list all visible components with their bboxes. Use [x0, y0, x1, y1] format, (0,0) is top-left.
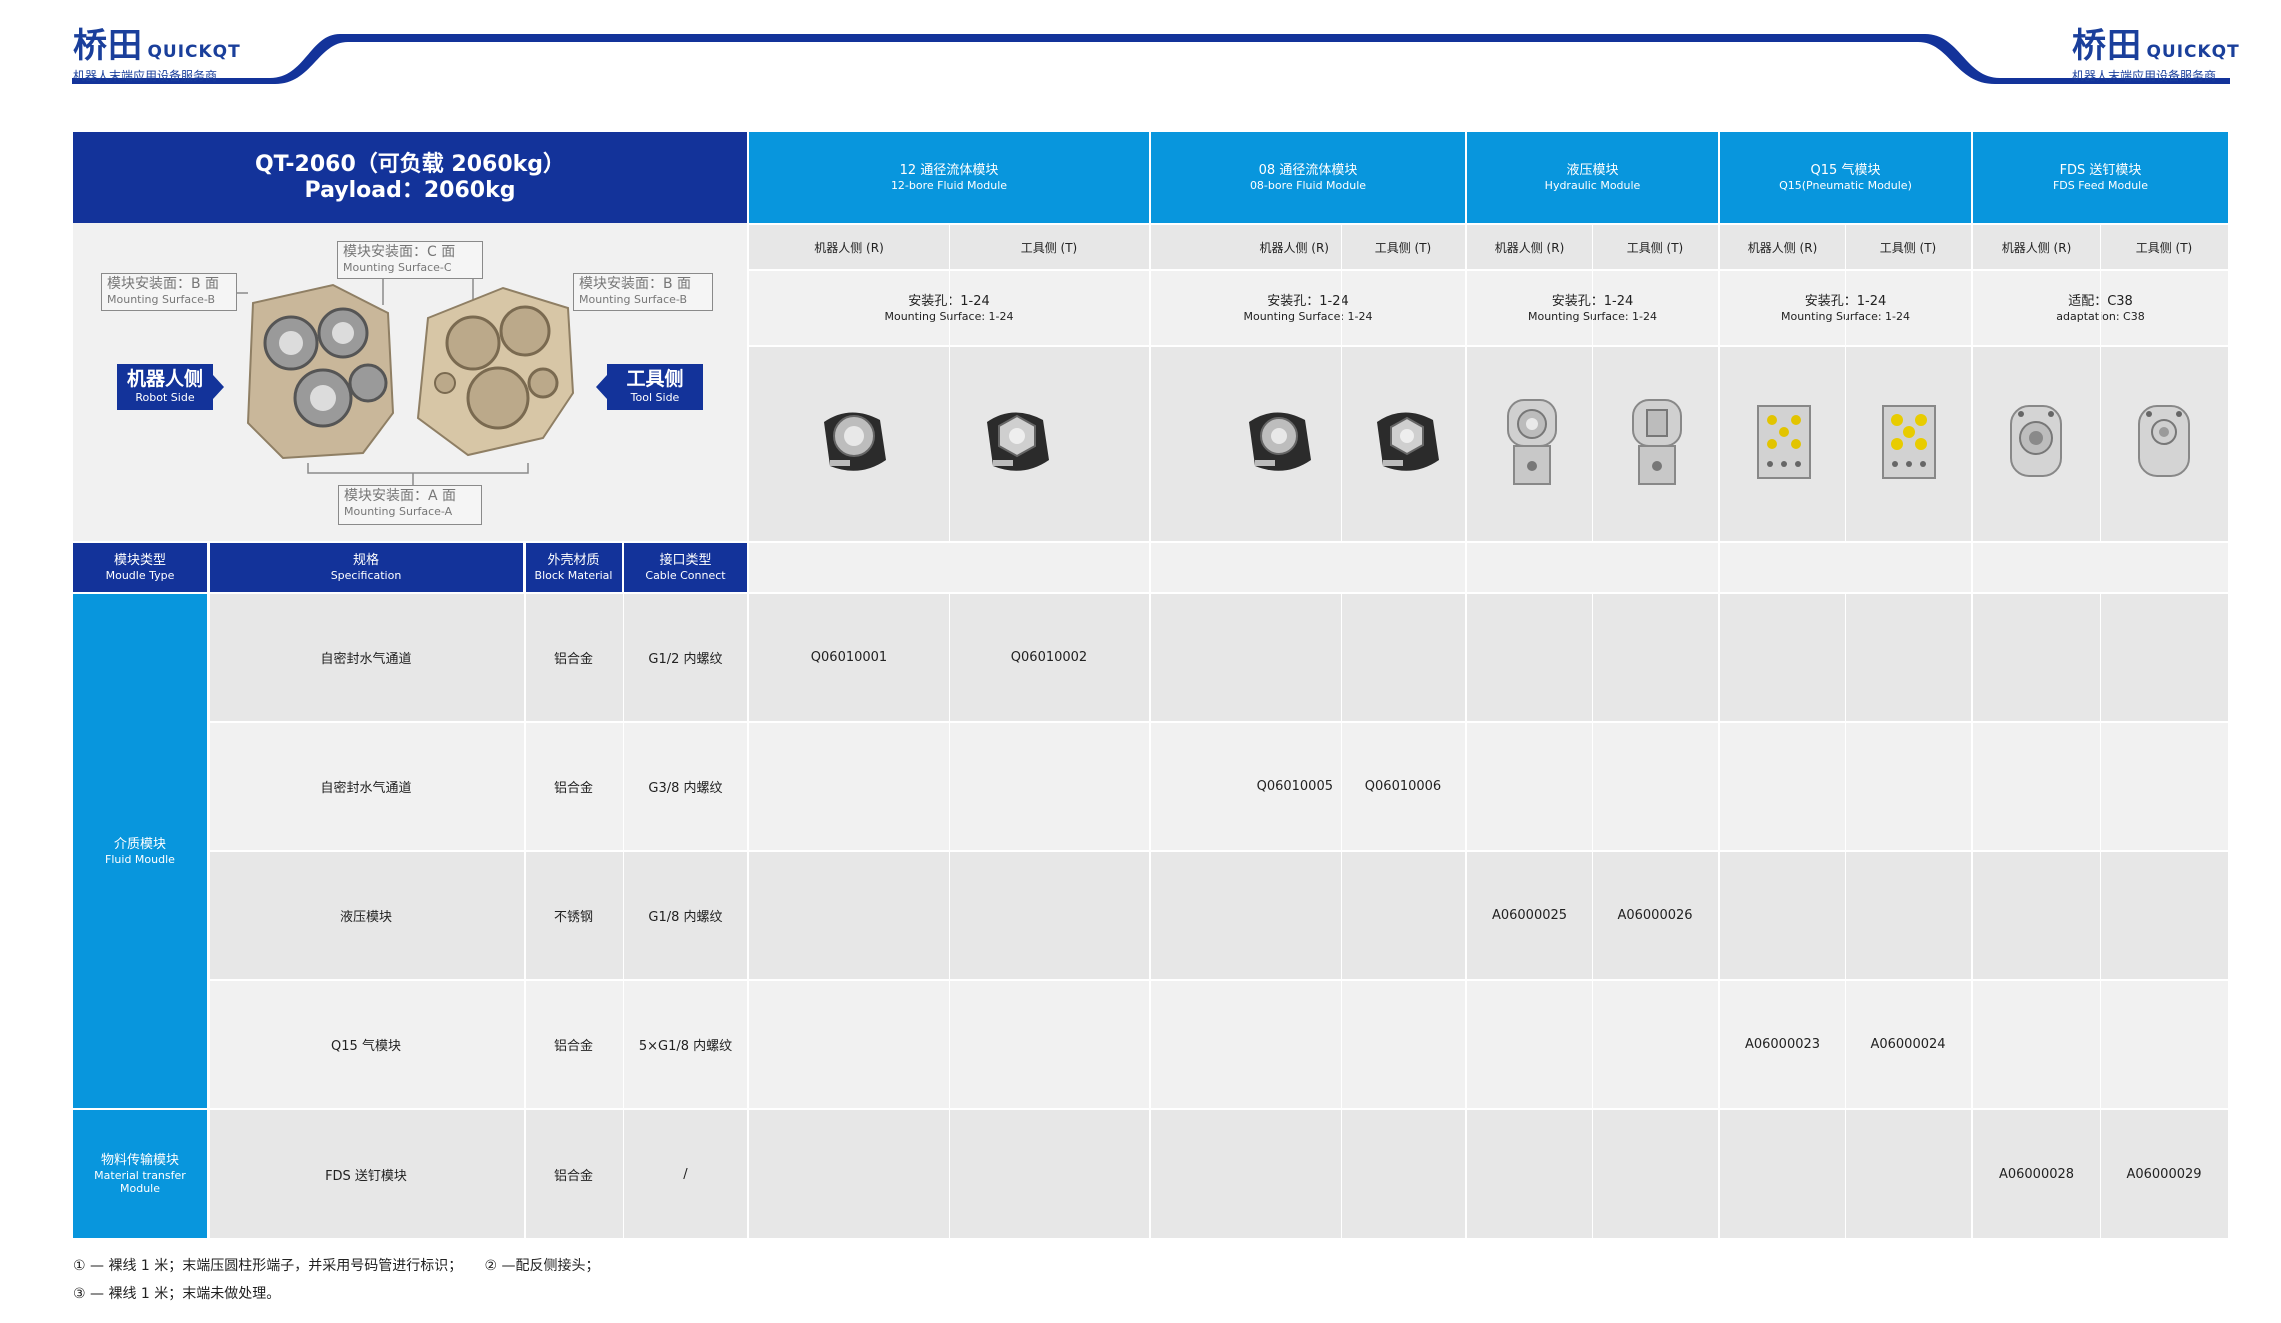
title-line-1: QT-2060（可负载 2060kg）	[254, 151, 566, 177]
row5-connect: /	[683, 1166, 688, 1182]
column-divider	[2100, 225, 2101, 543]
column-divider	[1465, 132, 1467, 1238]
side-label-robot-fds: 机器人侧 (R)	[2001, 240, 2072, 255]
module-header-12bore: 12 通径流体模块 12-bore Fluid Module	[749, 132, 1149, 223]
side-label-tool-hyd: 工具侧 (T)	[1626, 240, 1684, 255]
callout-surface-b-right: 模块安装面：B 面 Mounting Surface-B	[573, 273, 713, 311]
row5-code-robot: A06000028	[1998, 1166, 2075, 1182]
module-header-q15: Q15 气模块 Q15(Pneumatic Module)	[1720, 132, 1971, 223]
column-divider	[1592, 594, 1593, 1238]
column-divider	[1341, 594, 1342, 1238]
column-divider	[2100, 594, 2101, 1238]
row3-spec: 液压模块	[339, 910, 392, 925]
robot-coupler-image	[246, 283, 395, 460]
row1-spec: 自密封水气通道	[320, 652, 412, 667]
row1-connect: G1/2 内螺纹	[648, 652, 723, 667]
tag-arrow-icon	[596, 375, 607, 399]
row1-code-robot: Q06010001	[810, 650, 888, 665]
row1-code-tool: Q06010002	[1010, 650, 1088, 665]
col-header-type: 模块类型 Moudle Type	[73, 543, 207, 592]
column-divider	[524, 543, 526, 1238]
row1-material: 铝合金	[553, 652, 593, 667]
module-header-08bore: 08 通径流体模块 08-bore Fluid Module	[1151, 132, 1465, 223]
q15-module-tool-image	[1882, 405, 1936, 479]
module-header-hydraulic: 液压模块 Hydraulic Module	[1467, 132, 1718, 223]
column-divider	[1845, 225, 1846, 543]
column-divider	[1592, 225, 1593, 543]
tool-coupler-image	[416, 286, 575, 457]
side-label-tool-fds: 工具侧 (T)	[2135, 240, 2193, 255]
row5-code-tool: A06000029	[2126, 1166, 2202, 1182]
side-label-tool-q15: 工具侧 (T)	[1879, 240, 1937, 255]
fluid-module-12-tool-image	[987, 412, 1049, 471]
callout-surface-a: 模块安装面：A 面 Mounting Surface-A	[338, 485, 482, 525]
column-divider	[1845, 594, 1846, 1238]
row4-code-robot: A06000023	[1744, 1037, 1821, 1052]
column-divider	[1971, 132, 1973, 1238]
side-label-robot-q15: 机器人侧 (R)	[1747, 240, 1818, 255]
col-header-spacer	[749, 543, 2228, 592]
row3-connect: G1/8 内螺纹	[648, 910, 723, 925]
col-header-material: 外壳材质 Block Material	[525, 543, 622, 592]
row4-code-tool: A06000024	[1870, 1037, 1946, 1052]
hydraulic-module-tool-image	[1632, 399, 1682, 485]
row3-code-robot: A06000025	[1491, 908, 1568, 923]
row5-material: 铝合金	[553, 1168, 593, 1184]
row3-material: 不锈钢	[553, 910, 593, 925]
row2-code-tool: Q06010006	[1364, 779, 1442, 794]
column-divider	[1718, 132, 1720, 1238]
module-header-fds: FDS 送钉模块 FDS Feed Module	[1973, 132, 2228, 223]
row5-spec: FDS 送钉模块	[325, 1168, 407, 1184]
fds-module-robot-image	[2010, 405, 2062, 477]
column-divider	[747, 132, 749, 1238]
row2-material: 铝合金	[553, 781, 593, 796]
side-label-robot-hyd: 机器人侧 (R)	[1494, 240, 1565, 255]
row3-code-tool: A06000026	[1617, 908, 1693, 923]
q15-module-robot-image	[1757, 405, 1811, 479]
fluid-module-08-tool-image	[1377, 412, 1439, 471]
row4-spec: Q15 气模块	[331, 1039, 401, 1054]
row2-code-robot: Q06010005	[1256, 779, 1333, 794]
footnote-1: ① — 裸线 1 米；末端压圆柱形端子，并采用号码管进行标识； ② —配反侧接头…	[73, 1258, 600, 1274]
tool-side-tag: 工具侧 Tool Side	[596, 364, 703, 410]
table-title: QT-2060（可负载 2060kg） Payload：2060kg	[73, 132, 747, 223]
callout-surface-b-left: 模块安装面：B 面 Mounting Surface-B	[101, 273, 237, 311]
col-header-connect: 接口类型 Cable Connect	[624, 543, 747, 592]
column-divider	[209, 543, 210, 1238]
mounting-08: 安装孔：1-24 Mounting Surface: 1-24	[1243, 293, 1373, 323]
row4-material: 铝合金	[553, 1039, 593, 1054]
side-label-tool-08: 工具侧 (T)	[1374, 240, 1432, 255]
fluid-module-08-robot-image	[1249, 412, 1311, 471]
side-label-tool-12: 工具侧 (T)	[1020, 240, 1078, 255]
column-divider	[623, 543, 624, 1238]
group-fluid-module: 介质模块 Fluid Moudle	[73, 594, 207, 1108]
callout-surface-c: 模块安装面：C 面 Mounting Surface-C	[337, 241, 483, 279]
column-divider	[1149, 132, 1151, 1238]
coupler-diagram: 模块安装面：C 面 Mounting Surface-C 模块安装面：B 面 M…	[73, 223, 747, 541]
col-header-spec: 规格 Specification	[209, 543, 523, 592]
row4-connect: 5×G1/8 内螺纹	[638, 1039, 733, 1054]
side-label-robot-12: 机器人侧 (R)	[814, 240, 884, 255]
hydraulic-module-robot-image	[1507, 399, 1557, 485]
title-line-2: Payload：2060kg	[304, 177, 516, 203]
robot-side-tag: 机器人侧 Robot Side	[117, 364, 224, 410]
row2-connect: G3/8 内螺纹	[648, 781, 723, 796]
column-divider	[1341, 225, 1342, 543]
tag-arrow-icon	[213, 375, 224, 399]
side-label-robot-08: 机器人侧 (R)	[1259, 240, 1329, 255]
group-material-transfer: 物料传输模块 Material transfer Module	[73, 1110, 207, 1238]
column-divider	[949, 594, 950, 1238]
fluid-module-12-robot-image	[824, 412, 886, 471]
fds-module-tool-image	[2138, 405, 2190, 477]
spec-table: QT-2060（可负载 2060kg） Payload：2060kg 12 通径…	[0, 0, 2281, 1323]
footnote-2: ③ — 裸线 1 米；末端未做处理。	[73, 1286, 281, 1302]
row2-spec: 自密封水气通道	[320, 781, 412, 796]
column-divider	[949, 225, 950, 543]
